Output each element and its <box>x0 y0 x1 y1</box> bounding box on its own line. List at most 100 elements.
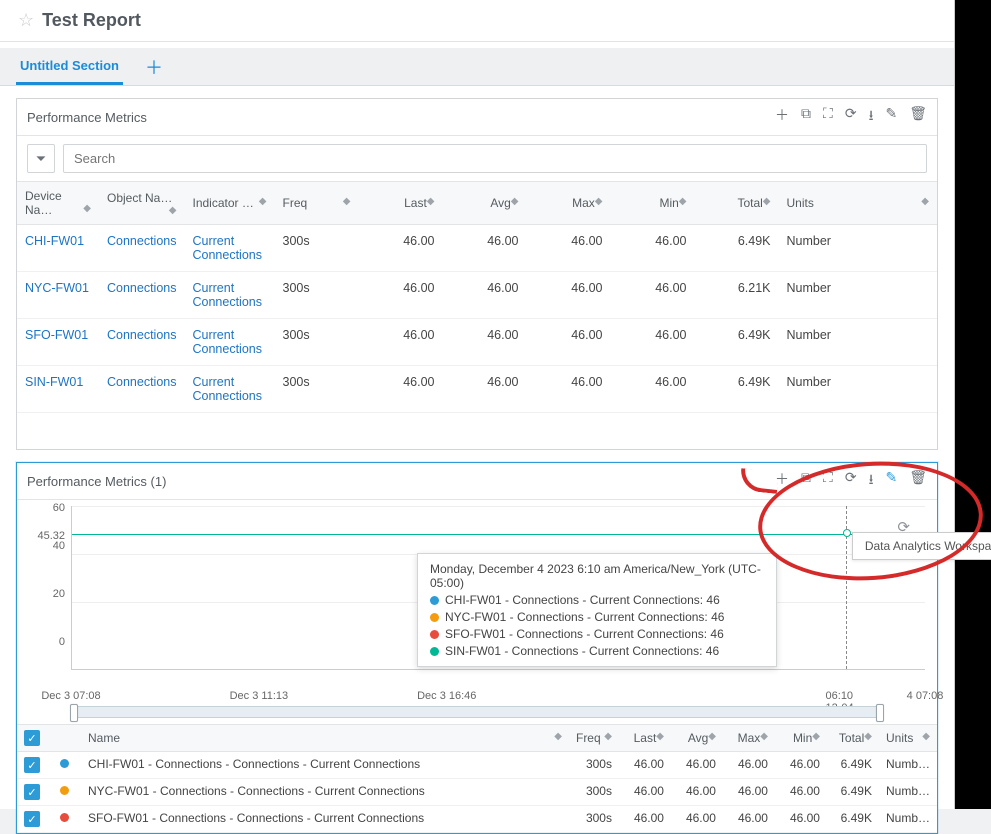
col-last[interactable]: Last◆ <box>619 725 671 752</box>
search-input[interactable] <box>63 144 927 173</box>
ytick: 20 <box>53 588 65 600</box>
col-total[interactable]: Total◆ <box>827 725 879 752</box>
col-min[interactable]: Min◆ <box>611 182 695 225</box>
table-row: CHI-FW01 Connections Current Connections… <box>17 225 937 272</box>
indicator-link[interactable]: Current Connections <box>185 225 275 272</box>
copy-icon[interactable]: ⧉ <box>801 469 811 493</box>
tooltip-item: NYC-FW01 - Connections - Current Connect… <box>430 610 764 624</box>
series-name: SFO-FW01 - Connections - Connections - C… <box>81 806 569 833</box>
delete-icon[interactable]: 🗑 <box>909 469 927 493</box>
delete-icon[interactable]: 🗑 <box>909 105 927 129</box>
export-icon[interactable]: ⭳ <box>869 105 874 129</box>
add-section-button[interactable]: ＋ <box>145 54 163 80</box>
legend-row: ✓ SFO-FW01 - Connections - Connections -… <box>17 806 937 833</box>
tab-untitled-section[interactable]: Untitled Section <box>16 48 123 85</box>
panel-performance-metrics-1: Performance Metrics (1) ＋ ⧉ ⛶ ⟳ ⭳ ✎ 🗑 60… <box>16 462 938 834</box>
col-object[interactable]: Object Na…◆ <box>99 182 185 225</box>
col-indicator[interactable]: Indicator …◆ <box>185 182 275 225</box>
export-icon[interactable]: ⭳ <box>869 469 874 493</box>
tooltip-item: SFO-FW01 - Connections - Current Connect… <box>430 627 764 641</box>
add-icon[interactable]: ＋ <box>775 469 789 493</box>
ytick: 60 <box>53 502 65 514</box>
table-row: NYC-FW01 Connections Current Connections… <box>17 272 937 319</box>
expand-icon[interactable]: ⛶ <box>823 469 833 493</box>
col-last[interactable]: Last◆ <box>359 182 443 225</box>
tooltip-time: Monday, December 4 2023 6:10 am America/… <box>430 562 764 590</box>
right-panel-collapsed <box>955 0 991 809</box>
panel-title: Performance Metrics <box>27 110 147 125</box>
panel-title: Performance Metrics (1) <box>27 474 166 489</box>
favorite-star-icon[interactable]: ☆ <box>18 10 34 31</box>
table-row: SIN-FW01 Connections Current Connections… <box>17 366 937 413</box>
add-icon[interactable]: ＋ <box>775 105 789 129</box>
slider-handle-right[interactable] <box>876 704 884 722</box>
tooltip-item: SIN-FW01 - Connections - Current Connect… <box>430 644 764 658</box>
page-header: ☆ Test Report <box>0 0 954 42</box>
copy-icon[interactable]: ⧉ <box>801 105 811 129</box>
device-link[interactable]: SIN-FW01 <box>17 366 99 413</box>
ytick: 0 <box>59 636 65 648</box>
col-max[interactable]: Max◆ <box>723 725 775 752</box>
panel-toolbar: ＋ ⧉ ⛶ ⟳ ⭳ ✎ 🗑 <box>775 105 927 129</box>
section-tabs: Untitled Section ＋ <box>0 48 954 86</box>
chart-tooltip: Monday, December 4 2023 6:10 am America/… <box>417 553 777 667</box>
col-freq[interactable]: Freq◆ <box>569 725 619 752</box>
col-units[interactable]: Units◆ <box>779 182 938 225</box>
xtick: Dec 3 11:13 <box>230 690 289 702</box>
device-link[interactable]: SFO-FW01 <box>17 319 99 366</box>
col-freq[interactable]: Freq◆ <box>275 182 359 225</box>
series-name: CHI-FW01 - Connections - Connections - C… <box>81 752 569 779</box>
slider-handle-left[interactable] <box>70 704 78 722</box>
metrics-table: Device Na…◆ Object Na…◆ Indicator …◆ Fre… <box>17 181 937 413</box>
series-dot-icon <box>430 647 439 656</box>
ytick: 40 <box>53 540 65 552</box>
col-avg[interactable]: Avg◆ <box>671 725 723 752</box>
object-link[interactable]: Connections <box>99 225 185 272</box>
col-avg[interactable]: Avg◆ <box>443 182 527 225</box>
xtick: Dec 3 16:46 <box>417 690 476 702</box>
legend-row: ✓ CHI-FW01 - Connections - Connections -… <box>17 752 937 779</box>
series-checkbox[interactable]: ✓ <box>24 811 40 827</box>
edit-icon[interactable]: ✎ <box>885 105 897 129</box>
chart-marker <box>843 529 851 537</box>
refresh-icon[interactable]: ⟳ <box>845 105 857 129</box>
object-link[interactable]: Connections <box>99 272 185 319</box>
series-checkbox[interactable]: ✓ <box>24 784 40 800</box>
panel-performance-metrics: Performance Metrics ＋ ⧉ ⛶ ⟳ ⭳ ✎ 🗑 ⏷ Devi… <box>16 98 938 450</box>
series-color-icon <box>60 759 69 768</box>
series-dot-icon <box>430 596 439 605</box>
xtick: Dec 3 07:08 <box>41 690 100 702</box>
series-color-icon <box>60 813 69 822</box>
refresh-icon[interactable]: ⟳ <box>845 469 857 493</box>
time-range-slider[interactable] <box>71 706 883 718</box>
page-title: Test Report <box>42 10 141 31</box>
legend-row: ✓ NYC-FW01 - Connections - Connections -… <box>17 779 937 806</box>
filter-icon[interactable]: ⏷ <box>27 144 55 173</box>
col-max[interactable]: Max◆ <box>527 182 611 225</box>
object-link[interactable]: Connections <box>99 366 185 413</box>
col-total[interactable]: Total◆ <box>695 182 779 225</box>
series-checkbox[interactable]: ✓ <box>24 757 40 773</box>
tooltip-item: CHI-FW01 - Connections - Current Connect… <box>430 593 764 607</box>
xtick: 4 07:08 <box>907 690 944 702</box>
object-link[interactable]: Connections <box>99 319 185 366</box>
select-all-checkbox[interactable]: ✓ <box>24 730 40 746</box>
indicator-link[interactable]: Current Connections <box>185 366 275 413</box>
data-analytics-workspace-button[interactable]: Data Analytics Workspace <box>852 532 991 560</box>
edit-icon[interactable]: ✎ <box>885 469 897 493</box>
col-checkbox[interactable]: ✓ <box>17 725 53 752</box>
device-link[interactable]: CHI-FW01 <box>17 225 99 272</box>
series-dot-icon <box>430 630 439 639</box>
col-units[interactable]: Units◆ <box>879 725 937 752</box>
device-link[interactable]: NYC-FW01 <box>17 272 99 319</box>
panel-toolbar: ＋ ⧉ ⛶ ⟳ ⭳ ✎ 🗑 <box>775 469 927 493</box>
series-color-icon <box>60 786 69 795</box>
series-dot-icon <box>430 613 439 622</box>
col-name[interactable]: Name◆ <box>81 725 569 752</box>
indicator-link[interactable]: Current Connections <box>185 272 275 319</box>
indicator-link[interactable]: Current Connections <box>185 319 275 366</box>
table-row: SFO-FW01 Connections Current Connections… <box>17 319 937 366</box>
col-device[interactable]: Device Na…◆ <box>17 182 99 225</box>
col-min[interactable]: Min◆ <box>775 725 827 752</box>
expand-icon[interactable]: ⛶ <box>823 105 833 129</box>
